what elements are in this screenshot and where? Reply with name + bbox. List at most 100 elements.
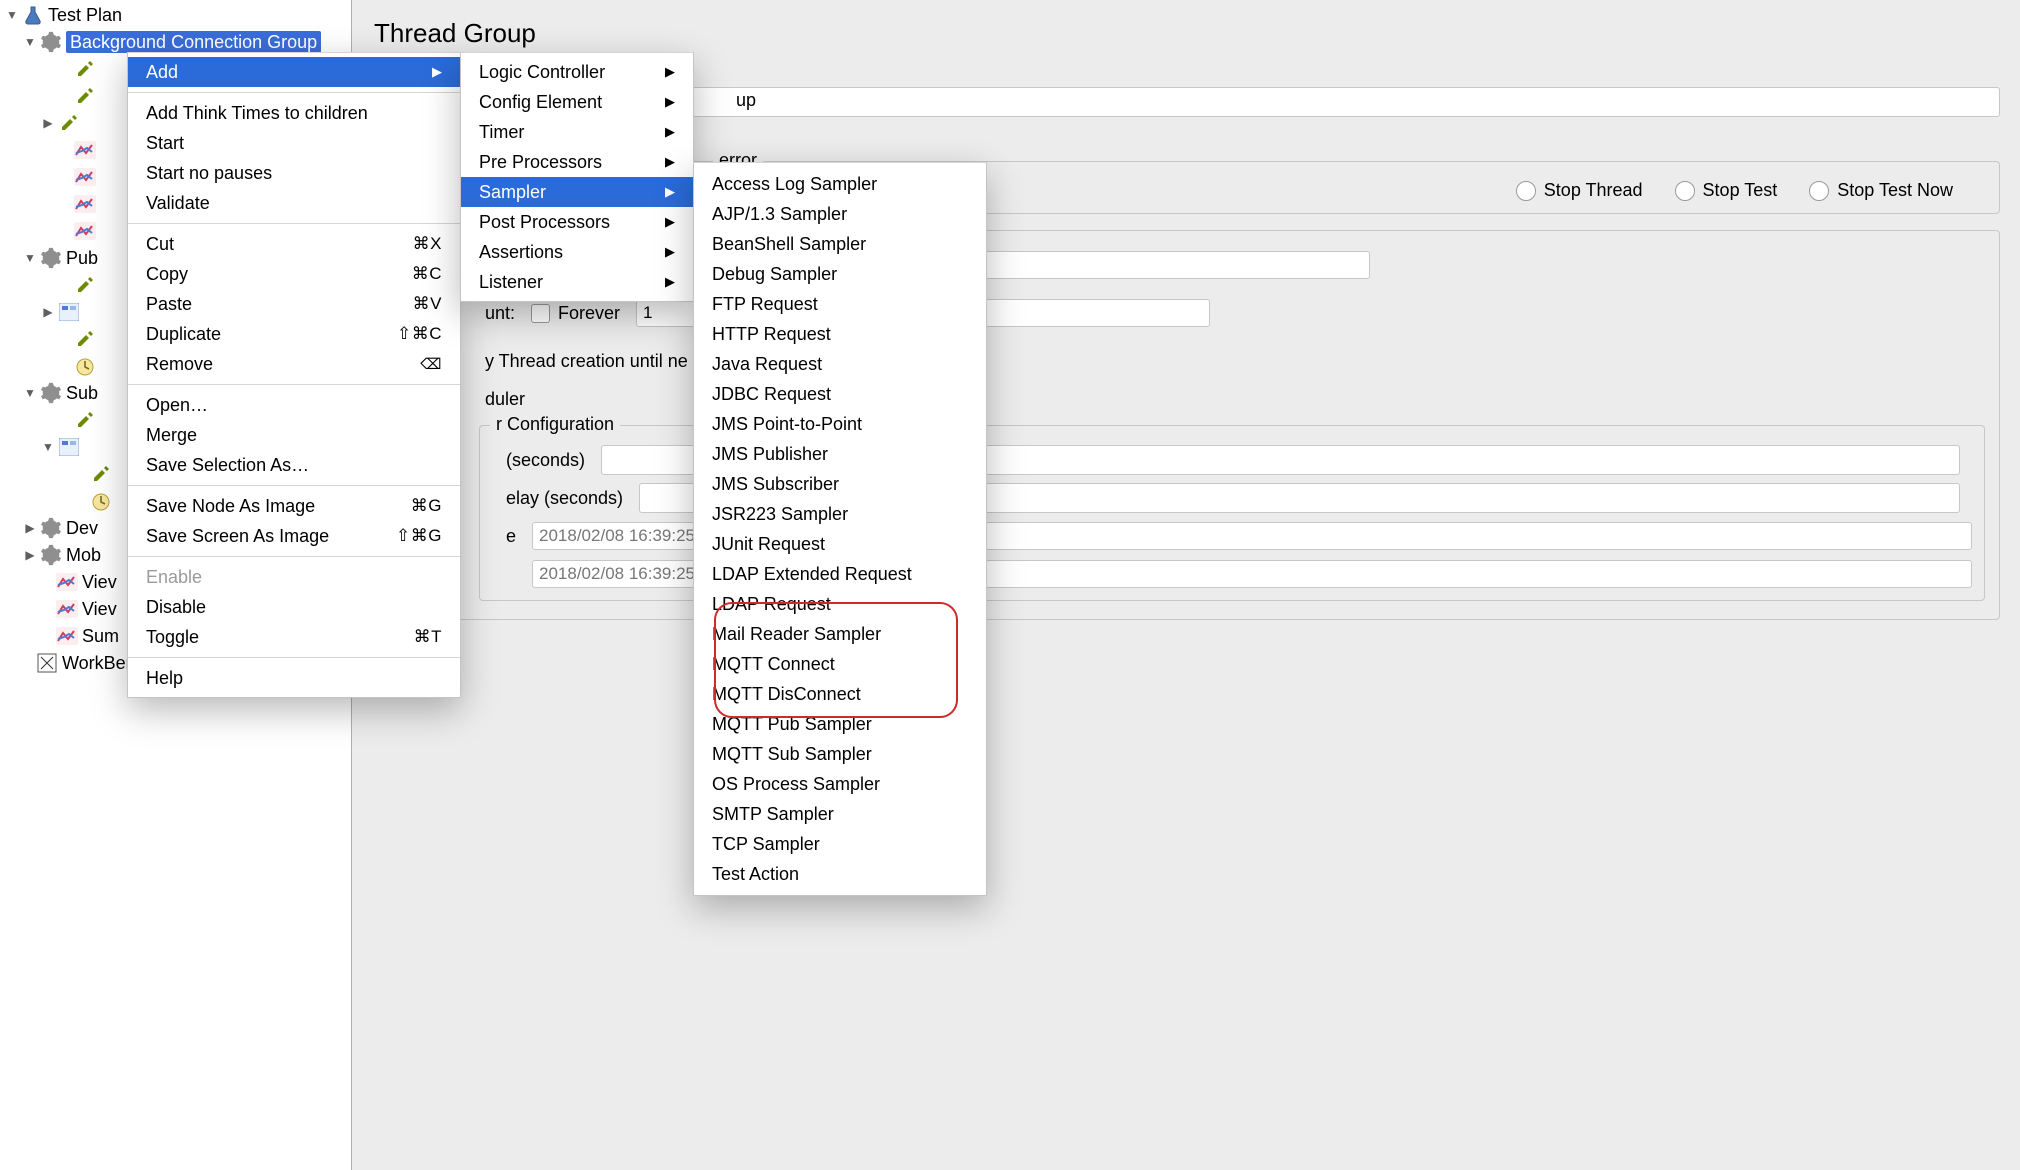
menu-item-label: Java Request bbox=[712, 354, 968, 375]
tree-label: Sum bbox=[82, 625, 119, 647]
menu-item-merge[interactable]: Merge bbox=[128, 420, 460, 450]
menu-item-sampler-junit-request[interactable]: JUnit Request bbox=[694, 529, 986, 559]
tree-node-bg-connection-group[interactable]: ▼ Background Connection Group bbox=[0, 28, 351, 55]
menu-item-label: Test Action bbox=[712, 864, 968, 885]
menu-item-sampler-mqtt-sub-sampler[interactable]: MQTT Sub Sampler bbox=[694, 739, 986, 769]
tree-label: Background Connection Group bbox=[66, 31, 321, 53]
menu-item-sampler-java-request[interactable]: Java Request bbox=[694, 349, 986, 379]
menu-item-sampler-jms-publisher[interactable]: JMS Publisher bbox=[694, 439, 986, 469]
menu-item-help[interactable]: Help bbox=[128, 663, 460, 693]
tree-node-test-plan[interactable]: ▼ Test Plan bbox=[0, 1, 351, 28]
menu-item-sampler-mqtt-connect[interactable]: MQTT Connect bbox=[694, 649, 986, 679]
radio-stop-test-now[interactable]: Stop Test Now bbox=[1809, 180, 1953, 201]
menu-item-paste[interactable]: Paste⌘V bbox=[128, 289, 460, 319]
tree-label: Dev bbox=[66, 517, 98, 539]
menu-item-sampler-jms-subscriber[interactable]: JMS Subscriber bbox=[694, 469, 986, 499]
menu-item-cut[interactable]: Cut⌘X bbox=[128, 229, 460, 259]
chevron-right-icon[interactable]: ▶ bbox=[22, 547, 38, 563]
menu-item-post-processors[interactable]: Post Processors▶ bbox=[461, 207, 693, 237]
context-menu[interactable]: Add▶ Add Think Times to children Start S… bbox=[127, 52, 461, 698]
start-time-label: e bbox=[506, 526, 516, 547]
menu-item-sampler-jms-point-to-point[interactable]: JMS Point-to-Point bbox=[694, 409, 986, 439]
generic-icon bbox=[58, 301, 80, 323]
tree-label: Mob bbox=[66, 544, 101, 566]
menu-item-disable[interactable]: Disable bbox=[128, 592, 460, 622]
menu-item-start[interactable]: Start bbox=[128, 128, 460, 158]
tree-label: Test Plan bbox=[48, 4, 122, 26]
menu-item-remove[interactable]: Remove⌫ bbox=[128, 349, 460, 379]
menu-item-sampler-ldap-extended-request[interactable]: LDAP Extended Request bbox=[694, 559, 986, 589]
add-submenu[interactable]: Logic Controller▶ Config Element▶ Timer▶… bbox=[460, 52, 694, 302]
menu-item-label: LDAP Request bbox=[712, 594, 968, 615]
chevron-down-icon[interactable]: ▼ bbox=[40, 439, 56, 455]
menu-item-think-times[interactable]: Add Think Times to children bbox=[128, 98, 460, 128]
menu-item-sampler-ajp-1-3-sampler[interactable]: AJP/1.3 Sampler bbox=[694, 199, 986, 229]
menu-item-start-no-pauses[interactable]: Start no pauses bbox=[128, 158, 460, 188]
menu-separator bbox=[128, 92, 460, 93]
menu-item-copy[interactable]: Copy⌘C bbox=[128, 259, 460, 289]
menu-item-sampler-beanshell-sampler[interactable]: BeanShell Sampler bbox=[694, 229, 986, 259]
menu-item-sampler-os-process-sampler[interactable]: OS Process Sampler bbox=[694, 769, 986, 799]
menu-item-label: Access Log Sampler bbox=[712, 174, 968, 195]
menu-separator bbox=[128, 223, 460, 224]
menu-item-logic-controller[interactable]: Logic Controller▶ bbox=[461, 57, 693, 87]
menu-item-save-screen-image[interactable]: Save Screen As Image⇧⌘G bbox=[128, 521, 460, 551]
menu-separator bbox=[128, 657, 460, 658]
menu-item-sampler-jsr223-sampler[interactable]: JSR223 Sampler bbox=[694, 499, 986, 529]
menu-item-label: MQTT Pub Sampler bbox=[712, 714, 968, 735]
menu-item-save-selection[interactable]: Save Selection As… bbox=[128, 450, 460, 480]
sampler-submenu[interactable]: Access Log Sampler AJP/1.3 Sampler BeanShe… bbox=[693, 162, 987, 896]
menu-item-sampler-access-log-sampler[interactable]: Access Log Sampler bbox=[694, 169, 986, 199]
chevron-right-icon[interactable]: ▶ bbox=[40, 115, 56, 131]
menu-item-timer[interactable]: Timer▶ bbox=[461, 117, 693, 147]
forever-checkbox[interactable]: Forever bbox=[531, 303, 620, 324]
menu-item-sampler-jdbc-request[interactable]: JDBC Request bbox=[694, 379, 986, 409]
chevron-right-icon: ▶ bbox=[432, 64, 442, 80]
menu-item-sampler-ldap-request[interactable]: LDAP Request bbox=[694, 589, 986, 619]
menu-item-sampler-mqtt-disconnect[interactable]: MQTT DisConnect bbox=[694, 679, 986, 709]
menu-item-sampler-smtp-sampler[interactable]: SMTP Sampler bbox=[694, 799, 986, 829]
chevron-down-icon[interactable]: ▼ bbox=[22, 385, 38, 401]
menu-item-sampler[interactable]: Sampler▶ bbox=[461, 177, 693, 207]
menu-separator bbox=[128, 485, 460, 486]
eyedropper-icon bbox=[74, 58, 96, 80]
menu-item-open[interactable]: Open… bbox=[128, 390, 460, 420]
menu-item-sampler-test-action[interactable]: Test Action bbox=[694, 859, 986, 889]
menu-item-duplicate[interactable]: Duplicate⇧⌘C bbox=[128, 319, 460, 349]
menu-item-label: JSR223 Sampler bbox=[712, 504, 968, 525]
group-legend: r Configuration bbox=[490, 414, 620, 435]
menu-item-listener[interactable]: Listener▶ bbox=[461, 267, 693, 297]
tree-label: Viev bbox=[82, 571, 117, 593]
menu-item-validate[interactable]: Validate bbox=[128, 188, 460, 218]
chevron-down-icon[interactable]: ▼ bbox=[4, 7, 20, 23]
menu-item-pre-processors[interactable]: Pre Processors▶ bbox=[461, 147, 693, 177]
menu-item-config-element[interactable]: Config Element▶ bbox=[461, 87, 693, 117]
menu-item-sampler-mqtt-pub-sampler[interactable]: MQTT Pub Sampler bbox=[694, 709, 986, 739]
menu-item-add[interactable]: Add▶ bbox=[128, 57, 460, 87]
menu-item-sampler-debug-sampler[interactable]: Debug Sampler bbox=[694, 259, 986, 289]
radio-stop-thread[interactable]: Stop Thread bbox=[1516, 180, 1643, 201]
radio-stop-test[interactable]: Stop Test bbox=[1675, 180, 1778, 201]
chevron-right-icon[interactable]: ▶ bbox=[22, 520, 38, 536]
chevron-down-icon[interactable]: ▼ bbox=[22, 250, 38, 266]
menu-item-save-node-image[interactable]: Save Node As Image⌘G bbox=[128, 491, 460, 521]
menu-item-sampler-mail-reader-sampler[interactable]: Mail Reader Sampler bbox=[694, 619, 986, 649]
chevron-right-icon: ▶ bbox=[665, 274, 675, 290]
graph-icon bbox=[74, 166, 96, 188]
workbench-icon bbox=[36, 652, 58, 674]
menu-item-label: JMS Subscriber bbox=[712, 474, 968, 495]
menu-item-sampler-http-request[interactable]: HTTP Request bbox=[694, 319, 986, 349]
app-root: ▼ Test Plan ▼ Background Connection Grou… bbox=[0, 0, 2020, 1170]
menu-item-sampler-tcp-sampler[interactable]: TCP Sampler bbox=[694, 829, 986, 859]
name-value: up bbox=[736, 90, 756, 111]
eyedropper-icon bbox=[74, 328, 96, 350]
menu-item-toggle[interactable]: Toggle⌘T bbox=[128, 622, 460, 652]
menu-item-label: LDAP Extended Request bbox=[712, 564, 968, 585]
menu-item-assertions[interactable]: Assertions▶ bbox=[461, 237, 693, 267]
tree-label: Sub bbox=[66, 382, 98, 404]
tree-label: Viev bbox=[82, 598, 117, 620]
menu-item-sampler-ftp-request[interactable]: FTP Request bbox=[694, 289, 986, 319]
menu-item-label: AJP/1.3 Sampler bbox=[712, 204, 968, 225]
chevron-down-icon[interactable]: ▼ bbox=[22, 34, 38, 50]
chevron-right-icon[interactable]: ▶ bbox=[40, 304, 56, 320]
